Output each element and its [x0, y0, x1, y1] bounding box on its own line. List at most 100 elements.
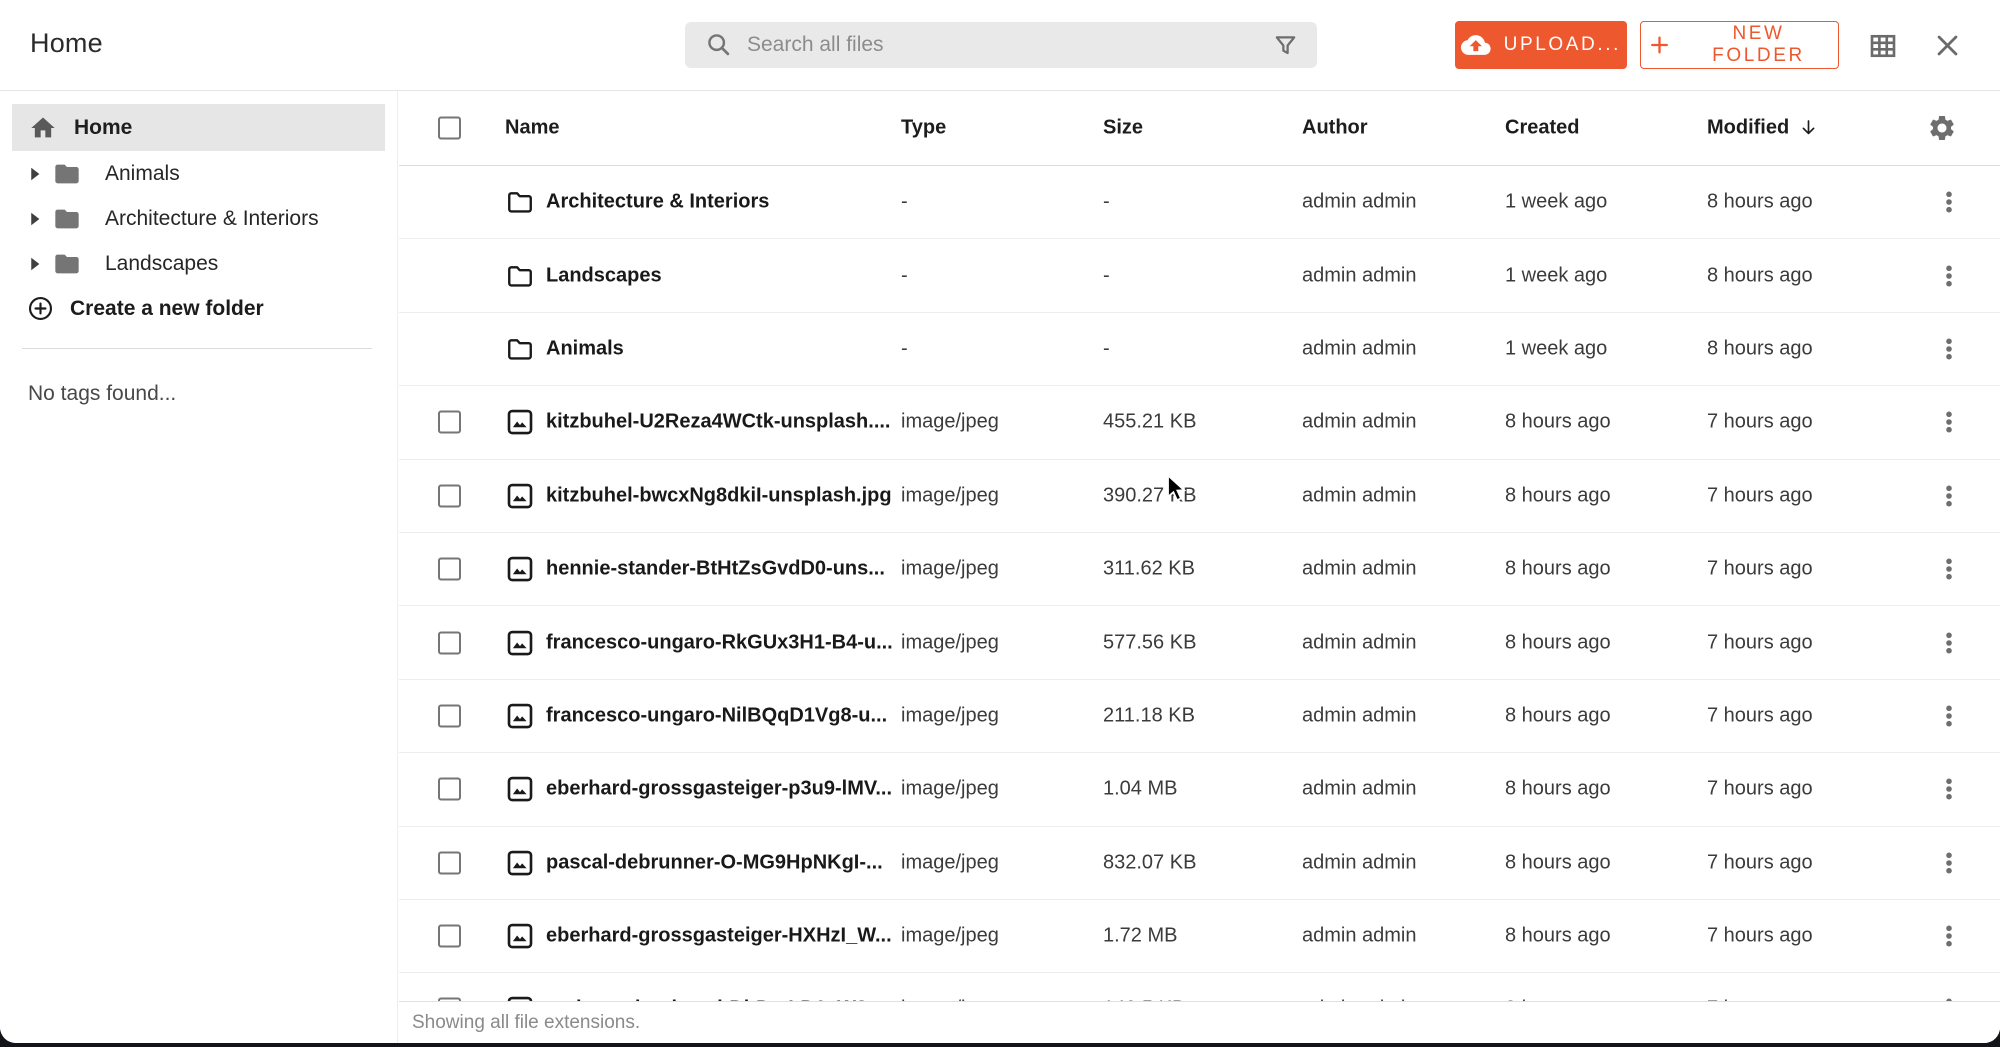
file-type: image/jpeg: [901, 704, 999, 727]
file-modified: 8 hours ago: [1707, 337, 1813, 360]
table-row-file[interactable]: eberhard-grossgasteiger-p3u9-lMV... imag…: [399, 753, 2000, 826]
table-row-file[interactable]: eberhard-grossgasteiger-HXHzI_W... image…: [399, 900, 2000, 973]
file-created: 8 hours ago: [1505, 411, 1611, 434]
upload-button[interactable]: UPLOAD...: [1455, 21, 1627, 69]
row-checkbox[interactable]: [438, 925, 461, 948]
folder-icon: [505, 261, 535, 291]
file-author: admin admin: [1302, 558, 1417, 581]
image-file-icon: [505, 848, 535, 878]
file-table: Name Type Size Author Created Modified: [399, 91, 2000, 1043]
row-checkbox[interactable]: [438, 631, 461, 654]
image-file-icon: [505, 407, 535, 437]
create-new-folder-button[interactable]: Create a new folder: [0, 286, 397, 331]
select-all-checkbox[interactable]: [438, 117, 461, 140]
column-header-author[interactable]: Author: [1302, 117, 1368, 140]
file-modified: 8 hours ago: [1707, 264, 1813, 287]
row-menu-kebab-icon[interactable]: [1935, 262, 1963, 290]
row-menu-kebab-icon[interactable]: [1935, 775, 1963, 803]
file-created: 8 hours ago: [1505, 851, 1611, 874]
file-modified: 7 hours ago: [1707, 631, 1813, 654]
table-row-file[interactable]: hennie-stander-BtHtZsGvdD0-uns... image/…: [399, 533, 2000, 606]
row-menu-kebab-icon[interactable]: [1935, 188, 1963, 216]
image-file-icon: [505, 554, 535, 584]
close-icon[interactable]: [1933, 31, 1962, 60]
row-menu-kebab-icon[interactable]: [1935, 335, 1963, 363]
new-folder-button-label: NEW FOLDER: [1685, 23, 1832, 67]
table-row-file[interactable]: pascal-debrunner-O-MG9HpNKgI-... image/j…: [399, 827, 2000, 900]
file-author: admin admin: [1302, 778, 1417, 801]
file-type: image/jpeg: [901, 558, 999, 581]
image-file-icon: [505, 774, 535, 804]
file-created: 1 week ago: [1505, 337, 1607, 360]
file-modified: 7 hours ago: [1707, 704, 1813, 727]
file-size: -: [1103, 337, 1110, 360]
table-row-folder[interactable]: Animals - - admin admin 1 week ago 8 hou…: [399, 313, 2000, 386]
sidebar-home-label: Home: [74, 116, 132, 140]
file-size: 1.04 MB: [1103, 778, 1177, 801]
sidebar-item-landscapes[interactable]: Landscapes: [0, 241, 397, 286]
column-settings-gear-icon[interactable]: [1927, 113, 1957, 143]
row-menu-kebab-icon[interactable]: [1935, 702, 1963, 730]
file-created: 8 hours ago: [1505, 484, 1611, 507]
new-folder-button[interactable]: NEW FOLDER: [1640, 21, 1839, 69]
row-menu-kebab-icon[interactable]: [1935, 482, 1963, 510]
file-size: 455.21 KB: [1103, 411, 1196, 434]
file-created: 1 week ago: [1505, 264, 1607, 287]
table-row-file[interactable]: kitzbuhel-bwcxNg8dkiI-unsplash.jpg image…: [399, 460, 2000, 533]
column-header-type[interactable]: Type: [901, 117, 946, 140]
row-checkbox[interactable]: [438, 558, 461, 581]
file-name: eberhard-grossgasteiger-HXHzI_W...: [546, 925, 892, 948]
row-menu-kebab-icon[interactable]: [1935, 922, 1963, 950]
upload-button-label: UPLOAD...: [1504, 34, 1621, 56]
table-row-file[interactable]: francesco-ungaro-RkGUx3H1-B4-u... image/…: [399, 606, 2000, 679]
file-created: 8 hours ago: [1505, 778, 1611, 801]
table-row-folder[interactable]: Landscapes - - admin admin 1 week ago 8 …: [399, 239, 2000, 312]
row-menu-kebab-icon[interactable]: [1935, 555, 1963, 583]
row-checkbox[interactable]: [438, 851, 461, 874]
row-menu-kebab-icon[interactable]: [1935, 629, 1963, 657]
search-bar: [685, 22, 1317, 68]
column-header-size[interactable]: Size: [1103, 117, 1143, 140]
row-menu-kebab-icon[interactable]: [1935, 408, 1963, 436]
file-size: 577.56 KB: [1103, 631, 1196, 654]
file-name: hennie-stander-BtHtZsGvdD0-uns...: [546, 558, 885, 581]
chevron-right-icon[interactable]: [30, 257, 40, 271]
row-checkbox[interactable]: [438, 411, 461, 434]
sort-descending-icon: [1798, 118, 1819, 139]
file-modified: 7 hours ago: [1707, 778, 1813, 801]
file-name: eberhard-grossgasteiger-p3u9-lMV...: [546, 778, 892, 801]
filter-icon[interactable]: [1272, 32, 1299, 59]
column-header-name[interactable]: Name: [505, 117, 559, 140]
folder-name: Animals: [546, 337, 624, 360]
file-created: 8 hours ago: [1505, 925, 1611, 948]
row-checkbox[interactable]: [438, 778, 461, 801]
file-size: 1.72 MB: [1103, 925, 1177, 948]
sidebar-item-architecture-interiors[interactable]: Architecture & Interiors: [0, 196, 397, 241]
circle-plus-icon: [27, 295, 54, 322]
column-header-modified[interactable]: Modified: [1707, 117, 1819, 140]
table-row-file[interactable]: francesco-ungaro-NilBQqD1Vg8-u... image/…: [399, 680, 2000, 753]
sidebar-item-home[interactable]: Home: [12, 104, 385, 151]
column-header-created[interactable]: Created: [1505, 117, 1579, 140]
search-icon: [705, 31, 733, 59]
table-row-folder[interactable]: Architecture & Interiors - - admin admin…: [399, 166, 2000, 239]
chevron-right-icon[interactable]: [30, 212, 40, 226]
image-file-icon: [505, 481, 535, 511]
file-modified: 7 hours ago: [1707, 925, 1813, 948]
file-type: image/jpeg: [901, 411, 999, 434]
file-modified: 7 hours ago: [1707, 558, 1813, 581]
row-checkbox[interactable]: [438, 704, 461, 727]
table-header-row: Name Type Size Author Created Modified: [399, 91, 2000, 166]
chevron-right-icon[interactable]: [30, 167, 40, 181]
mouse-cursor: [1166, 474, 1193, 503]
image-file-icon: [505, 628, 535, 658]
sidebar-folder-label: Animals: [105, 162, 180, 186]
row-checkbox[interactable]: [438, 484, 461, 507]
file-name: kitzbuhel-U2Reza4WCtk-unsplash....: [546, 411, 891, 434]
sidebar-item-animals[interactable]: Animals: [0, 151, 397, 196]
table-row-file[interactable]: kitzbuhel-U2Reza4WCtk-unsplash.... image…: [399, 386, 2000, 459]
search-input[interactable]: [733, 22, 1272, 68]
row-menu-kebab-icon[interactable]: [1935, 849, 1963, 877]
file-type: -: [901, 337, 908, 360]
grid-view-icon[interactable]: [1868, 31, 1898, 61]
